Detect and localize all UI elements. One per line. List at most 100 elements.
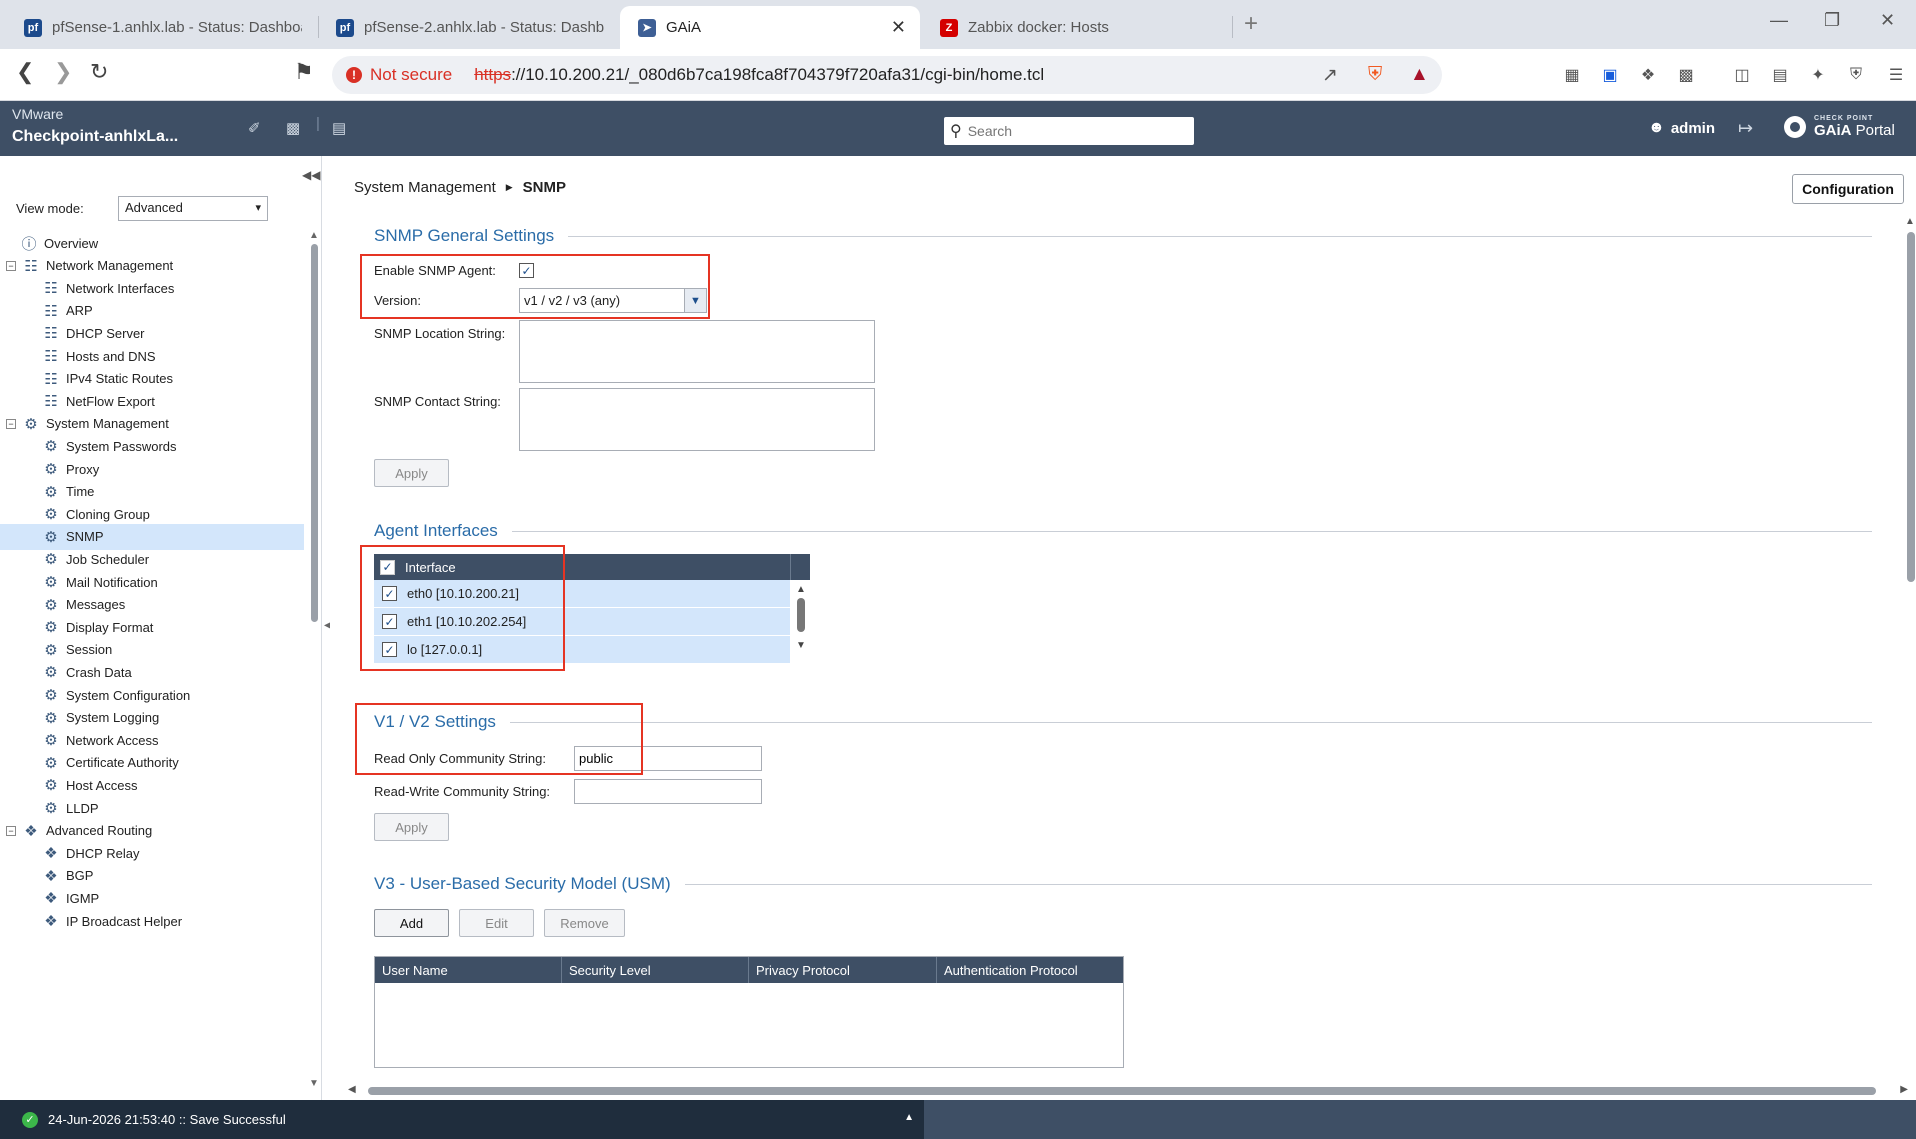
minimize-window-icon[interactable]: —	[1770, 10, 1788, 31]
security-indicator[interactable]: Not secure	[370, 65, 452, 85]
interface-row[interactable]: ✓ eth0 [10.10.200.21]	[374, 580, 790, 608]
scroll-right-icon[interactable]: ▶	[1900, 1084, 1908, 1095]
terminal-icon[interactable]: ▩	[286, 119, 300, 137]
column-security-level[interactable]: Security Level	[562, 957, 749, 983]
sidebar-item-label: Messages	[66, 597, 126, 613]
scroll-up-icon[interactable]: ▲	[1905, 216, 1915, 227]
sidebar-toggle-icon[interactable]: ◫	[1730, 63, 1754, 87]
interface-checkbox[interactable]: ✓	[382, 642, 397, 657]
interface-row[interactable]: ✓ eth1 [10.10.202.254]	[374, 608, 790, 636]
interface-checkbox[interactable]: ✓	[382, 586, 397, 601]
bookmark-icon[interactable]: ⚑	[294, 59, 314, 85]
gaia-header: VMware Checkpoint-anhlxLa... ✐ ▩ | ▤ ⚲ ☻…	[0, 101, 1916, 156]
sidebar-splitter[interactable]: ◀	[322, 470, 332, 670]
interface-row[interactable]: ✓ lo [127.0.0.1]	[374, 636, 790, 664]
wallet-icon[interactable]: ▤	[1768, 63, 1792, 87]
back-icon[interactable]: ❮	[16, 59, 34, 85]
sidebar-scroll-thumb[interactable]	[311, 244, 318, 622]
search-box[interactable]: ⚲	[944, 117, 1194, 145]
restore-window-icon[interactable]: ❐	[1824, 10, 1840, 31]
search-input[interactable]	[967, 123, 1178, 139]
qr-extension-icon[interactable]: ▦	[1560, 63, 1584, 87]
edit-user-button[interactable]: Edit	[459, 909, 534, 937]
vpn-shield-icon[interactable]: ⛨	[1844, 63, 1868, 87]
address-bar[interactable]: ! Not secure https ://10.10.200.21/_080d…	[332, 56, 1442, 94]
new-tab-icon[interactable]: +	[1244, 10, 1258, 38]
location-textarea[interactable]	[519, 320, 875, 383]
brave-rewards-icon[interactable]: ▲	[1410, 64, 1429, 86]
notes-icon[interactable]: ▤	[332, 119, 346, 137]
browser-tab-pfsense-1[interactable]: pf pfSense-1.anhlx.lab - Status: Dashboa…	[6, 6, 316, 49]
routing-icon: ❖	[24, 822, 38, 840]
v1v2-apply-button[interactable]: Apply	[374, 813, 449, 841]
configuration-button[interactable]: Configuration	[1792, 174, 1904, 204]
share-icon[interactable]: ↗	[1322, 64, 1338, 87]
interfaces-scroll-thumb[interactable]	[797, 598, 805, 632]
agent-interfaces-section: Agent Interfaces	[374, 521, 1872, 541]
general-apply-button[interactable]: Apply	[374, 459, 449, 487]
reader-extension-icon[interactable]: ▩	[1674, 63, 1698, 87]
contact-textarea[interactable]	[519, 388, 875, 451]
select-all-interfaces-checkbox[interactable]: ✓	[380, 559, 395, 575]
logout-icon[interactable]: ↦	[1738, 118, 1753, 139]
view-mode-select[interactable]: Advanced	[118, 196, 268, 221]
brave-shield-icon[interactable]: ⛨	[1368, 64, 1382, 86]
bitwarden-extension-icon[interactable]: ▣	[1598, 63, 1622, 87]
collapse-node-icon[interactable]: −	[6, 825, 16, 836]
status-message-area[interactable]: ✓ 24-Jun-2026 21:53:40 :: Save Successfu…	[0, 1100, 924, 1139]
scroll-left-icon[interactable]: ◀	[348, 1084, 356, 1095]
expand-status-icon[interactable]: ▲	[904, 1112, 914, 1123]
wrench-icon[interactable]: ✐	[248, 119, 261, 137]
leo-ai-icon[interactable]: ✦	[1806, 63, 1830, 87]
usm-users-table: User Name Security Level Privacy Protoco…	[374, 956, 1124, 1068]
menu-icon[interactable]: ☰	[1884, 63, 1908, 87]
location-row: SNMP Location String:	[374, 320, 875, 383]
scroll-down-icon[interactable]: ▼	[796, 640, 806, 651]
column-user-name[interactable]: User Name	[375, 957, 562, 983]
column-authentication-protocol[interactable]: Authentication Protocol	[937, 957, 1123, 983]
main-scroll-thumb[interactable]	[1907, 232, 1915, 582]
horizontal-scroll-thumb[interactable]	[368, 1087, 1876, 1095]
add-user-button[interactable]: Add	[374, 909, 449, 937]
network-icon: ☷	[44, 302, 58, 320]
ro-community-input[interactable]	[574, 746, 762, 771]
main-vertical-scrollbar[interactable]: ▲	[1904, 216, 1916, 1046]
rw-community-input[interactable]	[574, 779, 762, 804]
reload-icon[interactable]: ↻	[90, 59, 108, 85]
gear-icon: ⚙	[44, 574, 58, 591]
sidebar-scrollbar[interactable]: ▲ ▼	[309, 230, 319, 1090]
scroll-down-icon[interactable]: ▼	[309, 1078, 319, 1089]
scroll-up-icon[interactable]: ▲	[309, 230, 319, 241]
sidebar-item-ip-broadcast-helper[interactable]: ❖ IP Broadcast Helper	[0, 908, 304, 934]
browser-tab-zabbix[interactable]: Z Zabbix docker: Hosts	[922, 6, 1222, 49]
section-title: V1 / V2 Settings	[374, 712, 1872, 732]
interface-column-header[interactable]: Interface	[405, 560, 790, 575]
collapse-sidebar-icon[interactable]: ◀◀	[302, 168, 320, 182]
status-bar: ✓ 24-Jun-2026 21:53:40 :: Save Successfu…	[0, 1100, 1916, 1139]
browser-tab-gaia[interactable]: ➤ GAiA ✕	[620, 6, 920, 49]
close-window-icon[interactable]: ✕	[1880, 10, 1895, 31]
interfaces-scrollbar[interactable]: ▲ ▼	[792, 582, 810, 662]
main-horizontal-scrollbar[interactable]: ◀ ▶	[348, 1084, 1908, 1098]
extensions-puzzle-icon[interactable]: ❖	[1636, 63, 1660, 87]
remove-user-button[interactable]: Remove	[544, 909, 625, 937]
close-tab-icon[interactable]: ✕	[891, 17, 906, 38]
forward-icon[interactable]: ❯	[54, 59, 72, 85]
collapse-node-icon[interactable]: −	[6, 260, 16, 271]
v3-toolbar: Add Edit Remove	[374, 909, 625, 937]
breadcrumb-parent[interactable]: System Management	[354, 179, 496, 196]
scroll-up-icon[interactable]: ▲	[796, 584, 806, 595]
enable-snmp-checkbox[interactable]: ✓	[519, 263, 534, 278]
browser-tab-pfsense-2[interactable]: pf pfSense-2.anhlx.lab - Status: Dashboa…	[318, 6, 618, 49]
user-menu[interactable]: ☻ admin	[1648, 119, 1715, 137]
section-title: Agent Interfaces	[374, 521, 1872, 541]
status-message: 24-Jun-2026 21:53:40 :: Save Successful	[48, 1112, 286, 1127]
version-label: Version:	[374, 293, 421, 308]
chevron-down-icon[interactable]: ▼	[684, 289, 706, 312]
version-select[interactable]: v1 / v2 / v3 (any) ▼	[519, 288, 707, 313]
interface-checkbox[interactable]: ✓	[382, 614, 397, 629]
network-icon: ☷	[44, 348, 58, 365]
zabbix-favicon-icon: Z	[940, 18, 958, 37]
column-privacy-protocol[interactable]: Privacy Protocol	[749, 957, 937, 983]
collapse-node-icon[interactable]: −	[6, 418, 16, 429]
